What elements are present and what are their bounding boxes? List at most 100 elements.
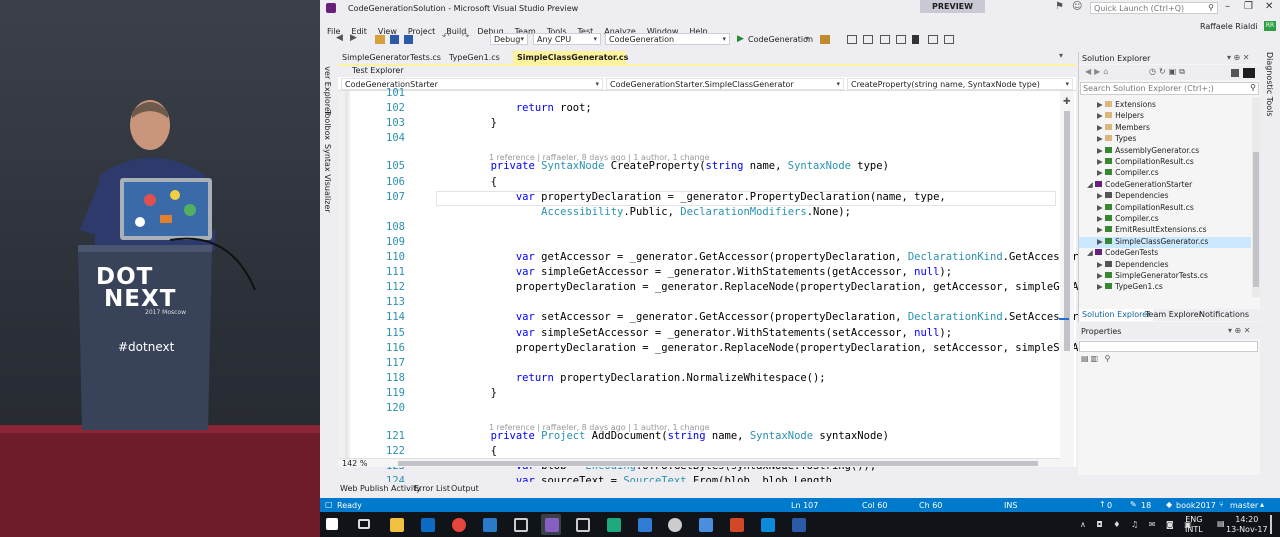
tree-item[interactable]: ▶ SimpleGeneratorTests.cs xyxy=(1079,271,1251,282)
save-icon[interactable] xyxy=(390,35,399,44)
tree-item[interactable]: ▶ Members xyxy=(1079,123,1251,134)
tree-item[interactable]: ▶ Extensions xyxy=(1079,100,1251,111)
start-menu-icon[interactable] xyxy=(326,518,338,530)
expand-arrow-icon[interactable]: ▶ xyxy=(1097,237,1105,246)
powerpoint-icon[interactable] xyxy=(730,518,744,532)
back-icon[interactable]: ◀ xyxy=(336,33,343,43)
platform-dropdown[interactable]: Any CPU xyxy=(533,33,601,45)
redo-icon[interactable]: ↷ xyxy=(462,32,470,42)
magnifier-icon[interactable] xyxy=(668,518,682,532)
config-dropdown[interactable]: Debug xyxy=(490,33,528,45)
code-line[interactable]: var setAccessor = _generator.GetAccessor… xyxy=(440,311,1079,323)
branch-icon[interactable]: ⑂ xyxy=(1219,500,1224,509)
wrench-icon[interactable] xyxy=(1231,69,1239,77)
tree-item[interactable]: ▶ Helpers xyxy=(1079,111,1251,122)
tab-overflow-icon[interactable]: ▾ xyxy=(1059,51,1063,60)
terminal-icon[interactable] xyxy=(514,518,528,532)
se-tool-icons[interactable]: ◷↻▣⧉ xyxy=(1149,67,1188,77)
repo-icon[interactable]: ◆ xyxy=(1166,500,1172,509)
app-icon-1[interactable] xyxy=(638,518,652,532)
chrome-icon[interactable] xyxy=(452,518,466,532)
open-folder-icon[interactable] xyxy=(375,35,385,44)
scroll-thumb[interactable] xyxy=(1064,111,1070,351)
code-editor[interactable]: 101 102 return root; 103 } 104 1 reference |… xyxy=(338,87,1079,487)
se-scrollbar[interactable] xyxy=(1252,97,1260,297)
zoom-level[interactable]: 142 % xyxy=(342,459,367,468)
project-dropdown[interactable]: CodeGeneration xyxy=(605,33,730,45)
clock[interactable]: 14:20 13-Nov-17 xyxy=(1226,515,1268,535)
code-line[interactable]: private Project AddDocument(string name,… xyxy=(440,430,889,442)
tree-item[interactable]: ▶ EmitResultExtensions.cs xyxy=(1079,225,1251,236)
expand-arrow-icon[interactable]: ▶ xyxy=(1097,260,1105,269)
code-line[interactable]: private SyntaxNode CreateProperty(string… xyxy=(440,160,889,172)
properties-window-icons[interactable]: ▾ ⊕ ✕ xyxy=(1228,326,1251,335)
tree-item[interactable]: ▶ SimpleClassGenerator.cs xyxy=(1079,236,1251,248)
tree-item[interactable]: ▶ CompilationResult.cs xyxy=(1079,203,1251,214)
code-line[interactable]: propertyDeclaration = _generator.Replace… xyxy=(440,342,1079,354)
outlook-icon[interactable] xyxy=(421,518,435,532)
tab-notifications[interactable]: Notifications xyxy=(1199,310,1249,319)
properties-object-dropdown[interactable] xyxy=(1079,341,1258,352)
code-line[interactable]: var simpleGetAccessor = _generator.WithS… xyxy=(440,266,952,278)
tree-item[interactable]: ▶ Compiler.cs xyxy=(1079,168,1251,179)
toolbar-icon-5[interactable] xyxy=(928,35,938,44)
tab-solution-explorer[interactable]: Solution Explorer xyxy=(1079,309,1154,321)
browser-link-icon[interactable] xyxy=(820,35,830,44)
expand-arrow-icon[interactable]: ▶ xyxy=(1097,134,1105,143)
user-name[interactable]: Raffaele Rialdi xyxy=(1200,22,1258,31)
console-icon[interactable] xyxy=(576,518,590,532)
file-explorer-icon[interactable] xyxy=(390,518,404,532)
code-line[interactable]: propertyDeclaration = _generator.Replace… xyxy=(440,281,1079,293)
properties-toolbar-icons[interactable]: ▤▥ ⚲ xyxy=(1081,354,1113,363)
test-explorer-tab[interactable]: Test Explorer xyxy=(352,66,404,75)
tab-simple-class-generator[interactable]: SimpleClassGenerator.cs ⊕ ✕ xyxy=(513,51,628,75)
user-avatar[interactable]: RR xyxy=(1264,21,1276,31)
code-line[interactable]: } xyxy=(440,387,497,399)
task-view-icon[interactable] xyxy=(358,519,370,529)
start-dropdown-icon[interactable]: ▾ xyxy=(805,34,809,43)
status-changes[interactable]: 18 xyxy=(1141,501,1151,510)
side-tab-diagnostic-tools[interactable]: Diagnostic Tools xyxy=(1265,52,1274,117)
vscode-icon[interactable] xyxy=(483,518,497,532)
tree-item[interactable]: ▶ AssemblyGenerator.cs xyxy=(1079,146,1251,157)
code-line[interactable]: return root; xyxy=(440,102,592,114)
tree-item[interactable]: ◢ CodeGenerationStarter xyxy=(1079,180,1251,191)
status-repo[interactable]: book2017 xyxy=(1176,501,1216,510)
tab-simple-generator-tests[interactable]: SimpleGeneratorTests.cs ⊕ xyxy=(338,51,441,75)
visual-studio-icon[interactable] xyxy=(545,518,559,532)
code-line[interactable]: { xyxy=(440,176,497,188)
tab-output[interactable]: Output xyxy=(451,484,479,493)
expand-arrow-icon[interactable]: ▶ xyxy=(1097,225,1105,234)
notification-flag-icon[interactable]: ⚑ xyxy=(1055,1,1064,12)
language-indicator[interactable]: ENG INTL xyxy=(1185,515,1203,535)
expand-arrow-icon[interactable]: ▶ xyxy=(1097,191,1105,200)
expand-arrow-icon[interactable]: ▶ xyxy=(1097,157,1105,166)
show-desktop-button[interactable] xyxy=(1270,515,1272,534)
store-icon[interactable] xyxy=(607,518,621,532)
start-button[interactable]: CodeGeneration xyxy=(748,35,813,44)
solution-search-input[interactable]: Search Solution Explorer (Ctrl+;) ⚲ xyxy=(1080,82,1259,95)
expand-arrow-icon[interactable]: ▶ xyxy=(1097,100,1105,109)
restore-button[interactable]: ❐ xyxy=(1244,1,1253,12)
bookmark-icon[interactable] xyxy=(912,35,919,44)
toolbar-icon-4[interactable] xyxy=(896,35,906,44)
tree-item[interactable]: ◢ CodeGenTests xyxy=(1079,248,1251,259)
code-line[interactable]: { xyxy=(440,445,497,457)
forward-icon[interactable]: ▶ xyxy=(350,33,357,43)
status-unpushed[interactable]: 0 xyxy=(1107,501,1112,510)
save-all-icon[interactable] xyxy=(404,35,413,44)
tree-item[interactable]: ▶ TypeGen1.cs xyxy=(1079,282,1251,293)
windows-icon[interactable] xyxy=(761,518,775,532)
minimize-button[interactable]: – xyxy=(1225,1,1230,12)
nav-member-dropdown[interactable]: CreateProperty(string name, SyntaxNode t… xyxy=(847,78,1073,90)
pencil-icon[interactable]: ✎ xyxy=(1130,500,1137,509)
tree-item[interactable]: ▶ Dependencies xyxy=(1079,260,1251,271)
nav-type-dropdown[interactable]: CodeGenerationStarter.SimpleClassGenerat… xyxy=(606,78,844,90)
expand-arrow-icon[interactable]: ▶ xyxy=(1097,123,1105,132)
expand-arrow-icon[interactable]: ▶ xyxy=(1097,282,1105,291)
undo-icon[interactable]: ↶ xyxy=(442,32,450,42)
side-tab-toolbox[interactable]: Toolbox xyxy=(323,110,332,140)
toolbar-icon-3[interactable] xyxy=(880,35,890,44)
quick-launch-input[interactable]: Quick Launch (Ctrl+Q) ⚲ xyxy=(1090,2,1218,14)
up-arrow-icon[interactable]: ↑ xyxy=(1099,500,1106,509)
